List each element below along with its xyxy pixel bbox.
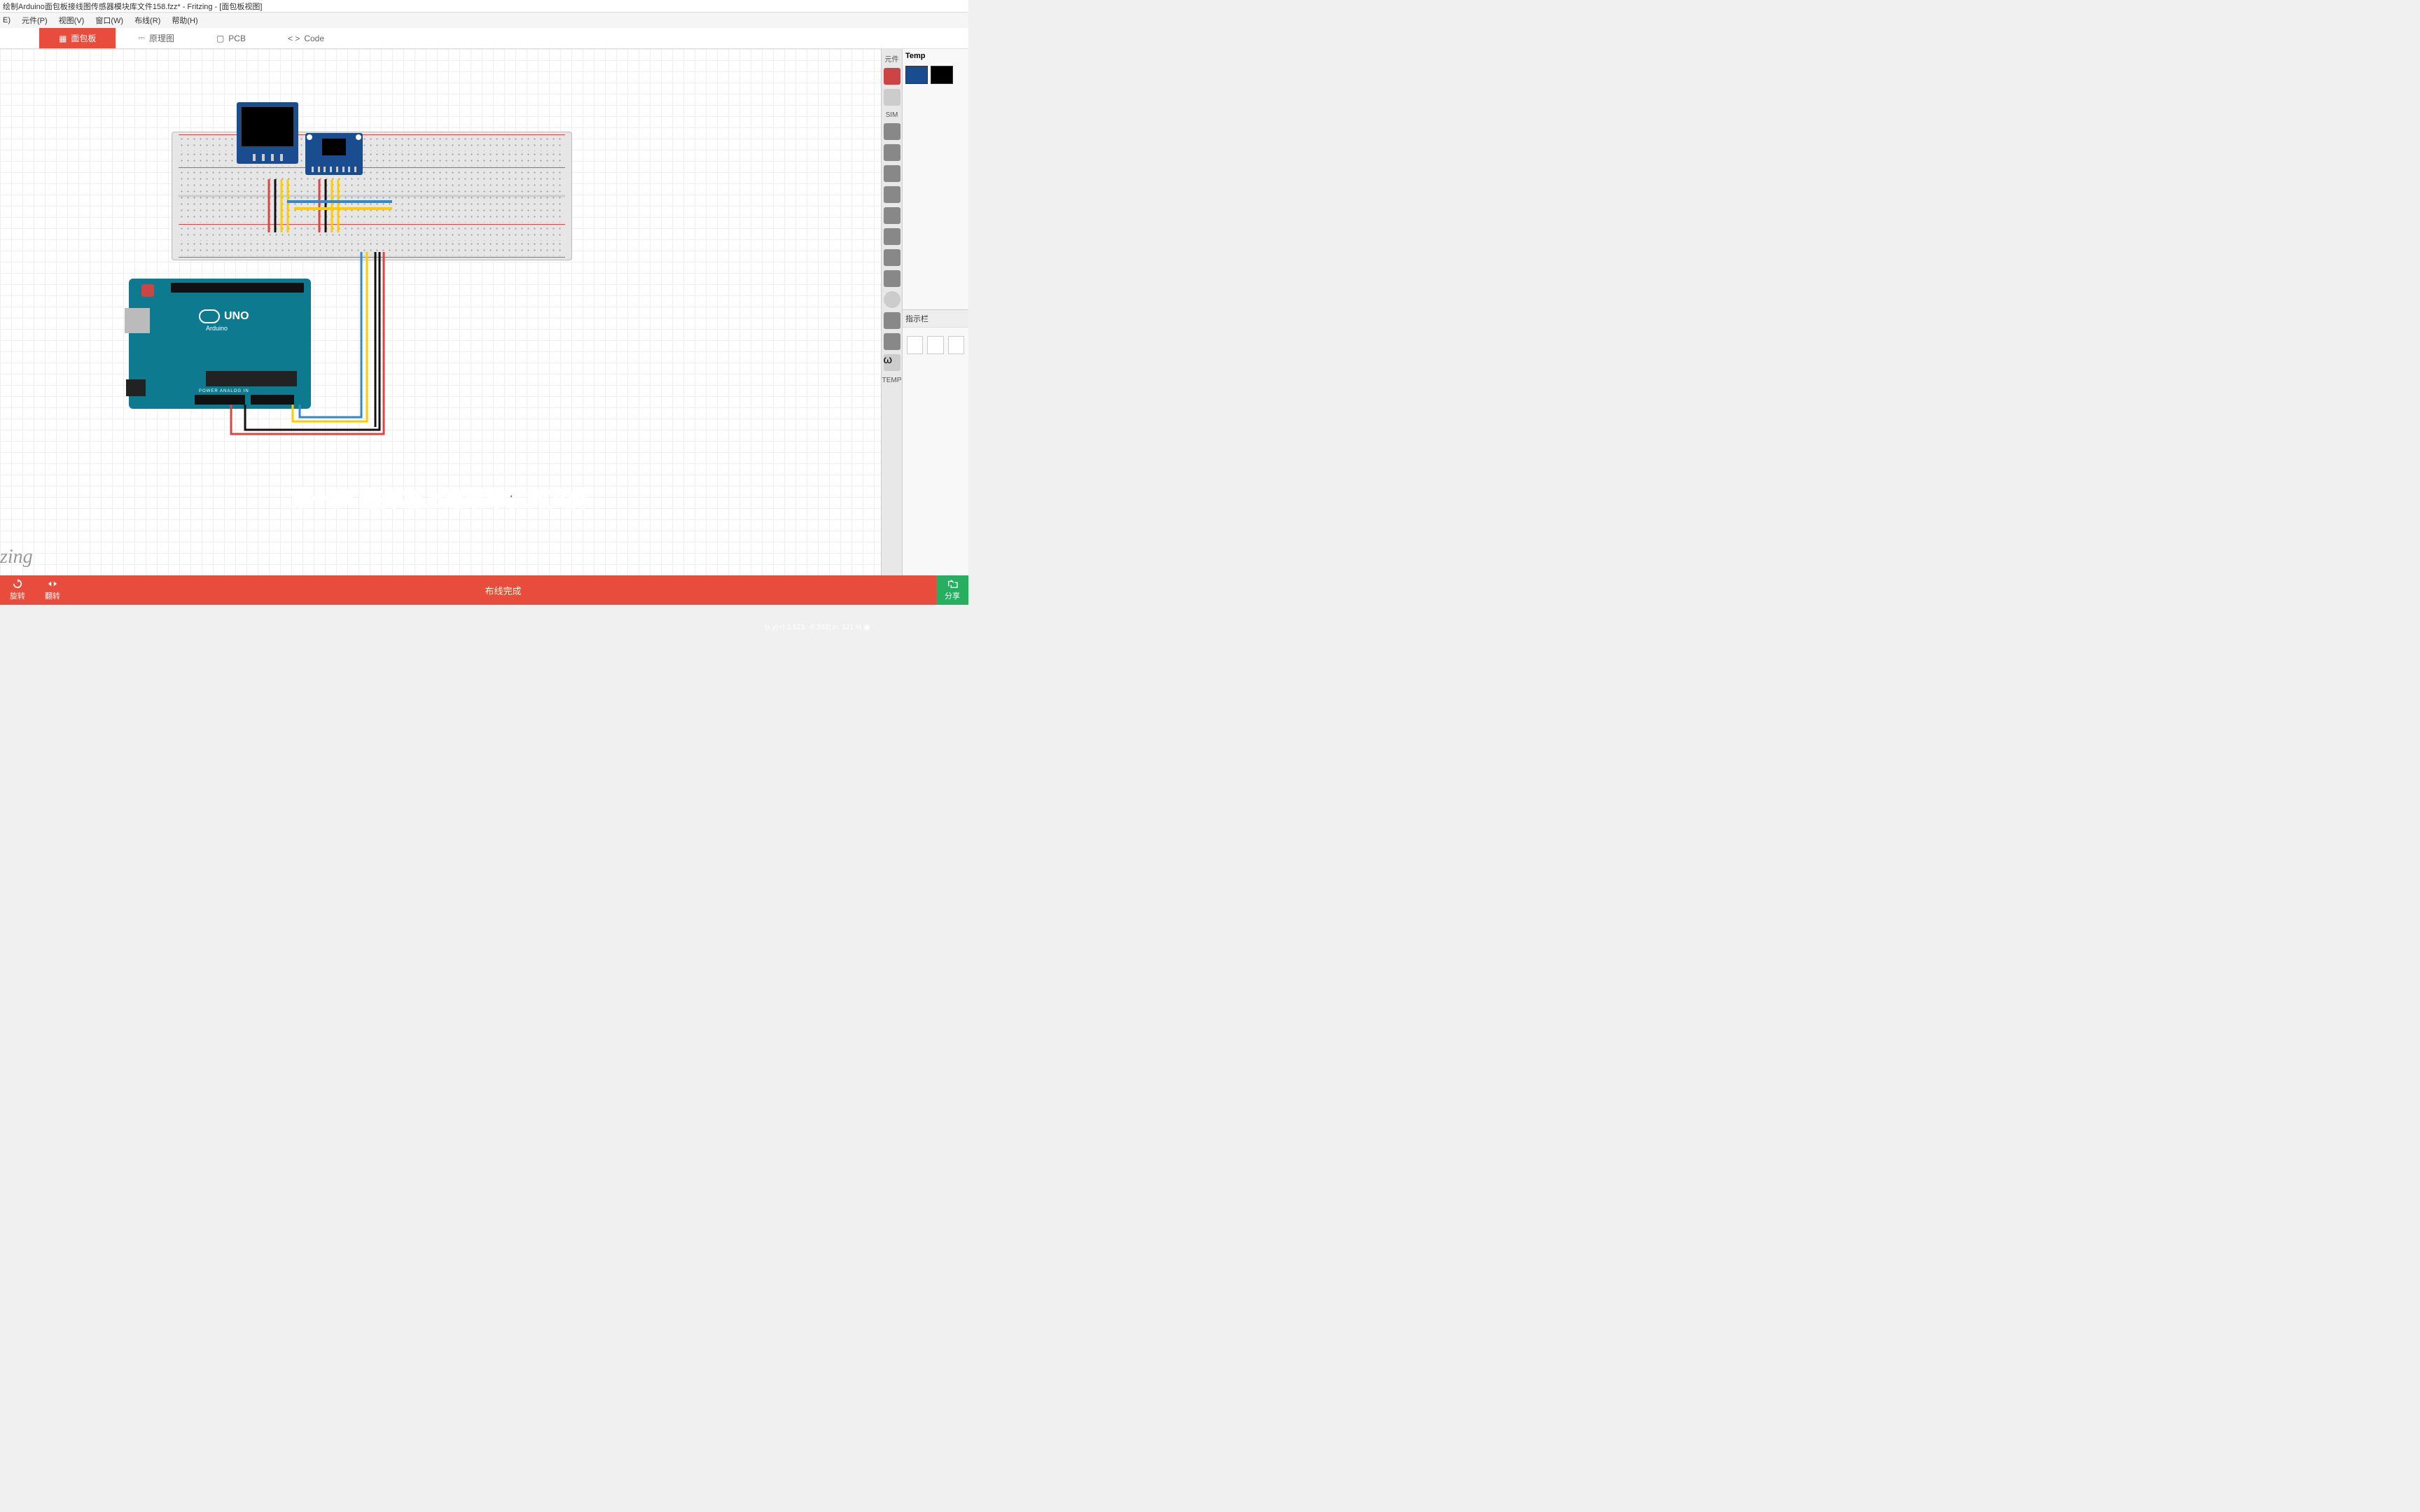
parts-panel: Temp 指示栏 [902,49,968,575]
arduino-digital-header [171,283,304,293]
part-thumb-oled[interactable] [931,66,953,84]
menu-parts[interactable]: 元件(P) [22,15,48,26]
bin-item-7[interactable] [884,249,900,266]
part-thumb-module[interactable] [905,66,928,84]
menu-window[interactable]: 窗口(W) [95,15,123,26]
arduino-analog-header [251,395,294,405]
temp-bin-label: TEMP [882,377,902,384]
menu-view[interactable]: 视图(V) [59,15,85,26]
view-tabs: ▦ 面包板 ⎓ 原理图 ▢ PCB < > Code [0,28,968,49]
rotate-button[interactable]: 旋转 [0,579,35,601]
bottom-toolbar: 旋转 翻转 布线完成 (x,y)=(-3.523, -0.393) in 121… [0,575,968,605]
share-icon [946,579,959,589]
menu-file[interactable]: E) [3,16,11,24]
arduino-logo: UNO [199,309,249,323]
breadboard-icon: ▦ [59,34,67,43]
inspector-panel: 指示栏 [903,309,968,575]
bin-all-icon[interactable] [884,89,900,106]
arduino-power-jack [126,379,146,396]
bin-item-1[interactable] [884,123,900,140]
bin-item-8[interactable] [884,270,900,287]
rotate-icon [11,579,24,589]
bin-item-11[interactable] [884,333,900,350]
sim-label: SIM [886,111,898,119]
bin-item-3[interactable] [884,165,900,182]
parts-bin-title: Temp [903,49,968,63]
inspector-slot-1[interactable] [907,336,923,354]
arduino-uno-component[interactable]: UNO Arduino POWER ANALOG IN [129,279,311,409]
bin-core-icon[interactable] [884,68,900,85]
menubar: E) 元件(P) 视图(V) 窗口(W) 布线(R) 帮助(H) [0,13,968,28]
tab-pcb[interactable]: ▢ PCB [197,29,265,48]
sensor-chip [322,139,346,155]
video-subtitle-overlay: 第一步 选择左上角菜单栏的文件 [291,482,590,512]
arduino-power-header [195,395,245,405]
tab-code[interactable]: < > Code [268,29,344,48]
window-titlebar: 绘制Arduino面包板接线图传感器模块库文件158.fzz* - Fritzi… [0,0,968,13]
sensor-pins [310,167,359,174]
menu-route[interactable]: 布线(R) [134,15,160,26]
window-title: 绘制Arduino面包板接线图传感器模块库文件158.fzz* - Fritzi… [3,1,262,12]
oled-display-component[interactable] [237,102,298,164]
menu-help[interactable]: 帮助(H) [172,15,197,26]
bin-item-5[interactable] [884,207,900,224]
arduino-usb-port [125,308,150,333]
share-button[interactable]: 分享 [936,575,968,605]
oled-screen [241,106,294,147]
flip-icon [46,579,59,589]
schematic-icon: ⎓ [138,33,145,43]
oled-pins [249,154,286,162]
arduino-reset-button [141,284,154,297]
routing-status: 布线完成 [70,584,936,597]
parts-bin-tabs: 元件 SIM ω TEMP [881,49,902,575]
fritzing-watermark: zing [0,546,33,568]
parts-label: 元件 [885,53,899,64]
bin-item-2[interactable] [884,144,900,161]
arduino-mcu-chip [206,371,297,386]
bin-item-6[interactable] [884,228,900,245]
breadboard-component[interactable] [172,132,572,260]
inspector-title: 指示栏 [903,310,968,328]
code-icon: < > [288,34,300,43]
bin-item-9[interactable] [884,291,900,308]
pcb-icon: ▢ [216,34,224,43]
inspector-slot-3[interactable] [948,336,964,354]
sensor-module-component[interactable] [305,133,363,175]
status-coords-zoom: (x,y)=(-3.523, -0.393) in 121 % ▣ [765,624,870,631]
bin-item-10[interactable] [884,312,900,329]
bin-item-4[interactable] [884,186,900,203]
tab-schematic[interactable]: ⎓ 原理图 [118,28,194,48]
inspector-slot-2[interactable] [927,336,943,354]
flip-button[interactable]: 翻转 [35,579,70,601]
bin-item-12[interactable]: ω [884,354,900,371]
tab-breadboard[interactable]: ▦ 面包板 [39,28,116,48]
breadboard-canvas[interactable]: UNO Arduino POWER ANALOG IN [0,49,881,575]
